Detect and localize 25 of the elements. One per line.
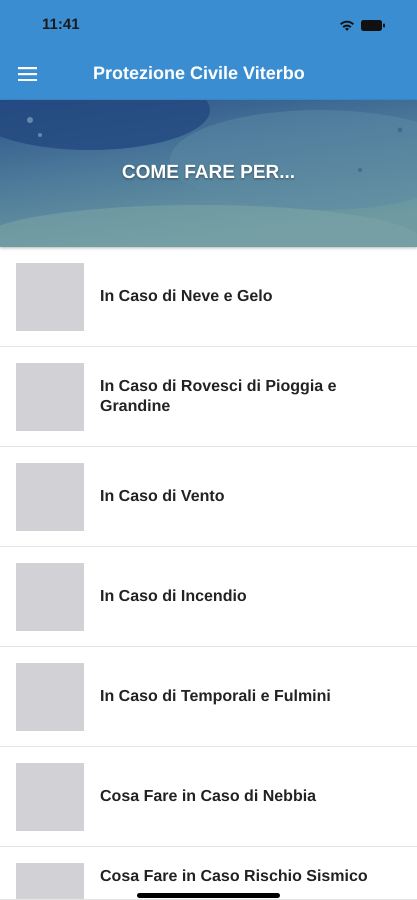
item-label: In Caso di Neve e Gelo (100, 286, 272, 306)
item-label: In Caso di Vento (100, 486, 224, 506)
thumbnail-placeholder (16, 662, 84, 730)
list-item[interactable]: Cosa Fare in Caso di Nebbia (0, 747, 417, 847)
item-label: In Caso di Temporali e Fulmini (100, 686, 331, 706)
list-item[interactable]: In Caso di Temporali e Fulmini (0, 647, 417, 747)
thumbnail-placeholder (16, 562, 84, 630)
list-item[interactable]: In Caso di Vento (0, 447, 417, 547)
thumbnail-placeholder (16, 762, 84, 830)
menu-icon[interactable] (18, 66, 37, 80)
item-label: In Caso di Rovesci di Pioggia e Grandine (100, 377, 338, 416)
item-label: Cosa Fare in Caso Rischio Sismico (100, 867, 368, 886)
list-item[interactable]: In Caso di Incendio (0, 547, 417, 647)
thumbnail-placeholder (16, 262, 84, 330)
app-title: Protezione Civile Viterbo (93, 62, 305, 85)
thumbnail-placeholder (16, 362, 84, 430)
banner-title: COME FARE PER... (122, 161, 296, 186)
list-item[interactable]: In Caso di Neve e Gelo (0, 247, 417, 347)
thumbnail-placeholder (16, 462, 84, 530)
item-label: Cosa Fare in Caso di Nebbia (100, 786, 316, 806)
item-label: In Caso di Incendio (100, 586, 247, 606)
status-time: 11:41 (42, 15, 80, 36)
list-item[interactable]: In Caso di Rovesci di Pioggia e Grandine (0, 347, 417, 447)
battery-icon (361, 20, 385, 31)
wifi-icon (339, 20, 355, 32)
